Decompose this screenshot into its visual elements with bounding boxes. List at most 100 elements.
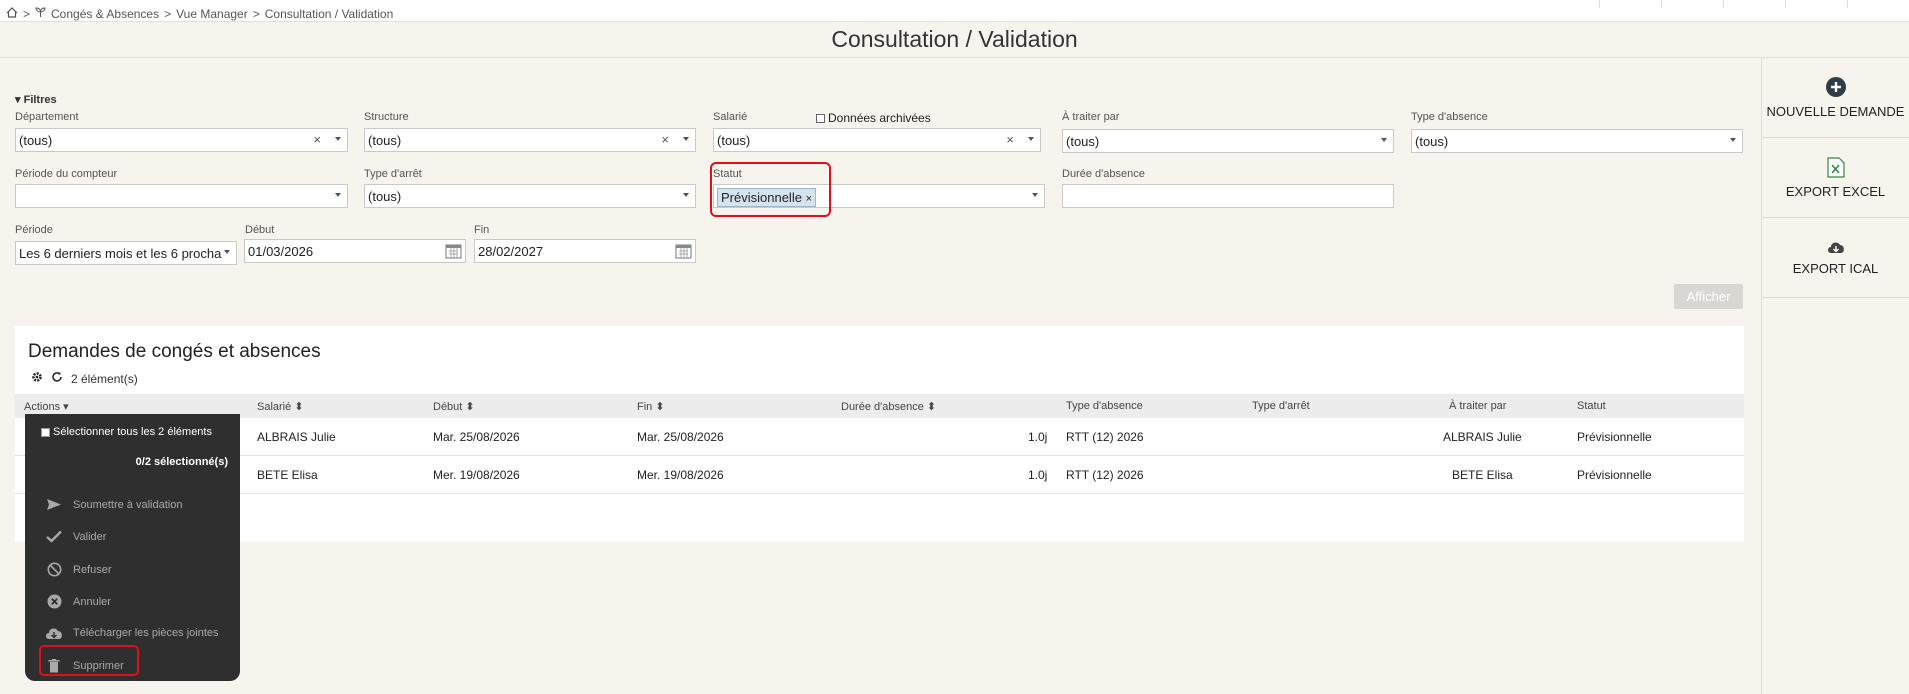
menu-item-soumettre[interactable]: Soumettre à validation bbox=[45, 498, 182, 511]
cell-debut: Mer. 19/08/2026 bbox=[433, 468, 520, 482]
cell-salarie: BETE Elisa bbox=[257, 468, 318, 482]
toolbar-button[interactable] bbox=[1785, 0, 1847, 8]
toolbar-button[interactable] bbox=[1661, 0, 1723, 8]
fin-value: 28/02/2027 bbox=[478, 244, 544, 259]
col-duree[interactable]: Durée d'absence ⬍ bbox=[841, 400, 936, 413]
title-bar: Consultation / Validation bbox=[0, 22, 1909, 58]
type-absence-value: (tous) bbox=[1415, 134, 1449, 149]
periode-compteur-select[interactable] bbox=[15, 184, 348, 208]
type-arret-select[interactable]: (tous) bbox=[364, 184, 696, 208]
chevron-down-icon bbox=[335, 193, 341, 197]
calendar-icon[interactable] bbox=[445, 243, 462, 262]
departement-select[interactable]: (tous) × bbox=[15, 128, 348, 152]
cell-duree: 1.0j bbox=[1028, 430, 1048, 444]
clear-icon[interactable]: × bbox=[661, 132, 669, 147]
clear-icon[interactable]: × bbox=[1006, 132, 1014, 147]
type-arret-value: (tous) bbox=[368, 189, 402, 204]
refresh-icon[interactable] bbox=[51, 371, 63, 386]
gear-icon[interactable] bbox=[31, 371, 43, 386]
sort-icon: ⬍ bbox=[465, 401, 475, 413]
menu-item-annuler[interactable]: Annuler bbox=[45, 594, 111, 609]
breadcrumb-item-conges[interactable]: Congés & Absences bbox=[51, 7, 159, 21]
plant-icon bbox=[35, 7, 46, 21]
col-a-traiter[interactable]: À traiter par bbox=[1449, 400, 1506, 412]
debut-date-input[interactable]: 01/03/2026 bbox=[244, 239, 466, 263]
cancel-circle-icon bbox=[45, 594, 63, 609]
export-ical-button[interactable]: EXPORT ICAL bbox=[1762, 218, 1909, 298]
chevron-down-icon bbox=[1028, 137, 1034, 141]
menu-item-label: Soumettre à validation bbox=[73, 498, 183, 511]
menu-item-label: Annuler bbox=[73, 595, 111, 608]
check-icon bbox=[45, 530, 63, 543]
archived-checkbox[interactable] bbox=[816, 113, 825, 123]
structure-select[interactable]: (tous) × bbox=[364, 128, 696, 152]
salarie-select[interactable]: (tous) × bbox=[713, 128, 1041, 152]
chevron-down-icon bbox=[683, 137, 689, 141]
col-fin-label: Fin bbox=[637, 401, 653, 413]
col-type-arret[interactable]: Type d'arrêt bbox=[1252, 400, 1310, 412]
plus-circle-icon bbox=[1825, 77, 1846, 97]
col-duree-label: Durée d'absence bbox=[841, 401, 924, 413]
menu-item-refuser[interactable]: Refuser bbox=[45, 562, 112, 577]
clear-icon[interactable]: × bbox=[313, 132, 321, 147]
fin-date-input[interactable]: 28/02/2027 bbox=[474, 239, 696, 263]
table-row[interactable]: BETE Elisa Mer. 19/08/2026 Mer. 19/08/20… bbox=[15, 456, 1744, 494]
col-salarie-label: Salarié bbox=[257, 401, 292, 413]
action-sidebar: NOUVELLE DEMANDE EXPORT EXCEL EXPORT ICA… bbox=[1761, 58, 1909, 694]
panel-title: Demandes de congés et absences bbox=[28, 341, 321, 362]
periode-select[interactable]: Les 6 derniers mois et les 6 procha bbox=[15, 241, 237, 265]
type-arret-label: Type d'arrêt bbox=[364, 168, 422, 180]
select-all-option[interactable]: Sélectionner tous les 2 éléments bbox=[41, 426, 212, 438]
col-debut[interactable]: Début ⬍ bbox=[433, 400, 475, 413]
sort-icon: ⬍ bbox=[926, 401, 937, 413]
caret-down-icon: ▾ bbox=[15, 94, 21, 106]
a-traiter-par-value: (tous) bbox=[1066, 134, 1100, 149]
table-row[interactable]: ALBRAIS Julie Mar. 25/08/2026 Mar. 25/08… bbox=[15, 418, 1744, 456]
select-all-checkbox[interactable] bbox=[41, 427, 50, 437]
archived-label: Données archivées bbox=[828, 111, 931, 125]
sort-icon: ⬍ bbox=[294, 401, 304, 413]
duree-absence-label: Durée d'absence bbox=[1062, 168, 1145, 180]
cell-fin: Mer. 19/08/2026 bbox=[637, 468, 724, 482]
col-statut[interactable]: Statut bbox=[1577, 400, 1606, 412]
periode-compteur-label: Période du compteur bbox=[15, 168, 118, 180]
menu-item-telecharger[interactable]: Télécharger les pièces jointes bbox=[45, 626, 219, 640]
col-fin[interactable]: Fin ⬍ bbox=[637, 400, 665, 413]
type-absence-select[interactable]: (tous) bbox=[1411, 129, 1743, 153]
a-traiter-par-select[interactable]: (tous) bbox=[1062, 129, 1394, 153]
cell-salarie: ALBRAIS Julie bbox=[257, 430, 336, 444]
col-salarie[interactable]: Salarié ⬍ bbox=[257, 400, 304, 413]
breadcrumb-separator: > bbox=[23, 7, 31, 21]
breadcrumb-item-vue-manager[interactable]: Vue Manager bbox=[176, 7, 248, 21]
actions-dropdown-toggle[interactable]: Actions ▾ bbox=[24, 400, 69, 413]
page-title: Consultation / Validation bbox=[831, 26, 1078, 52]
toolbar-button[interactable] bbox=[1599, 0, 1661, 8]
duree-absence-input[interactable] bbox=[1062, 184, 1394, 208]
menu-item-valider[interactable]: Valider bbox=[45, 530, 106, 543]
col-type-absence[interactable]: Type d'absence bbox=[1066, 400, 1143, 412]
salarie-value: (tous) bbox=[717, 133, 751, 148]
toolbar-button[interactable] bbox=[1723, 0, 1785, 8]
new-request-button[interactable]: NOUVELLE DEMANDE bbox=[1762, 58, 1909, 138]
item-count: 2 élément(s) bbox=[71, 371, 138, 386]
toolbar-button[interactable] bbox=[1847, 0, 1909, 8]
archived-checkbox-group[interactable]: Données archivées bbox=[816, 111, 931, 125]
type-absence-label: Type d'absence bbox=[1411, 111, 1488, 123]
cell-a-traiter: ALBRAIS Julie bbox=[1443, 430, 1522, 444]
filters-toggle[interactable]: ▾ Filtres bbox=[15, 93, 57, 106]
debut-label: Début bbox=[245, 224, 275, 236]
selected-count: 0/2 sélectionné(s) bbox=[135, 456, 228, 468]
home-icon[interactable] bbox=[6, 7, 18, 21]
filters-toggle-label: Filtres bbox=[23, 94, 57, 106]
new-request-label: NOUVELLE DEMANDE bbox=[1766, 104, 1905, 119]
periode-label: Période bbox=[15, 224, 53, 236]
calendar-icon[interactable] bbox=[675, 243, 692, 262]
afficher-button[interactable]: Afficher bbox=[1674, 284, 1743, 309]
select-all-label: Sélectionner tous les 2 éléments bbox=[53, 426, 212, 438]
cell-fin: Mar. 25/08/2026 bbox=[637, 430, 724, 444]
cell-type-absence: RTT (12) 2026 bbox=[1066, 430, 1144, 444]
export-excel-button[interactable]: EXPORT EXCEL bbox=[1762, 138, 1909, 218]
panel-toolbar: 2 élément(s) bbox=[31, 371, 138, 386]
breadcrumb-separator: > bbox=[252, 7, 260, 21]
actions-header-label: Actions bbox=[24, 401, 61, 413]
